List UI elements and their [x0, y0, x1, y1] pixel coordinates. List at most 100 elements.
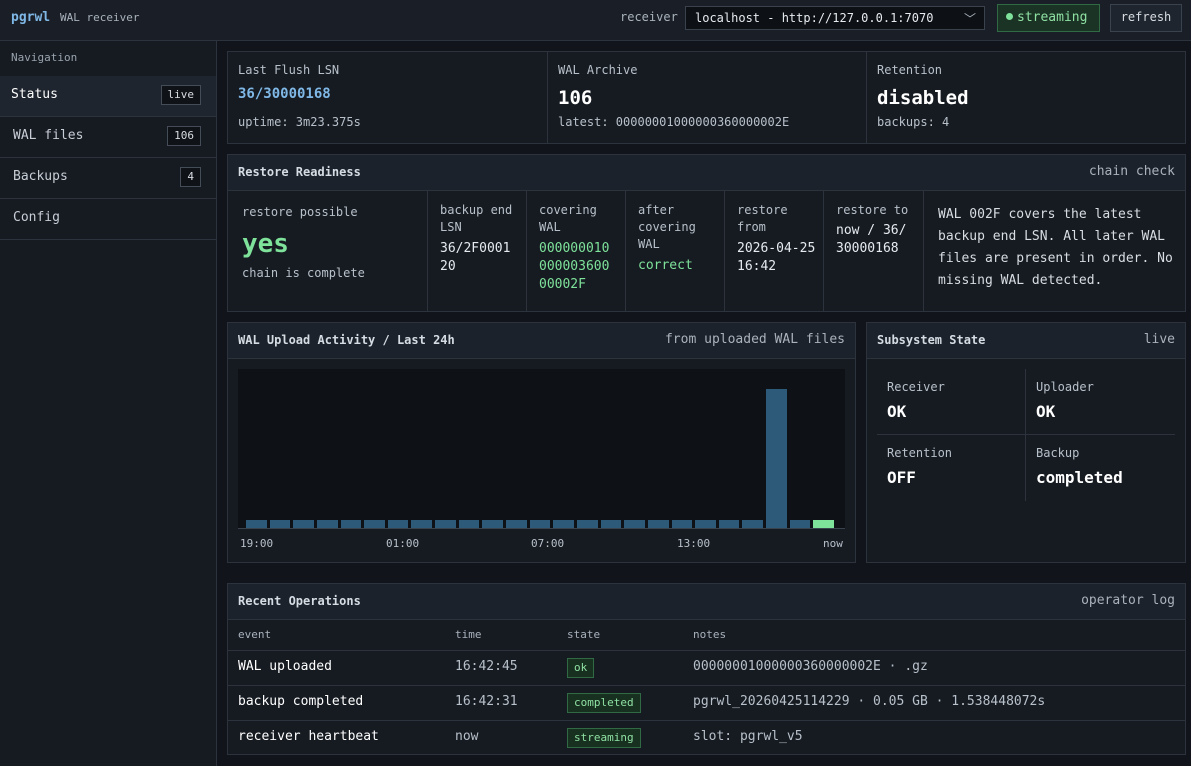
restore-col-covering-wal: covering WAL 00000001000000360000002F [527, 191, 626, 311]
nav-title: Navigation [11, 51, 78, 64]
sidebar-item-backups[interactable]: Backups 4 [0, 158, 216, 199]
sidebar-item-label: Backups [13, 169, 68, 184]
cell-event: backup completed [238, 694, 364, 709]
sidebar-item-status[interactable]: Status live [0, 76, 216, 117]
chart-tick-label: now [823, 537, 843, 550]
table-header: event time state notes [228, 620, 1185, 651]
panel-header: Subsystem State live [867, 323, 1185, 359]
stats-panel: Last Flush LSN 36/30000168 uptime: 3m23.… [227, 51, 1186, 144]
cell-time: 16:42:45 [455, 659, 518, 674]
stat-label: WAL Archive [558, 63, 638, 77]
sidebar-item-wal-files[interactable]: WAL files 106 [0, 117, 216, 158]
restore-col-restore-from: restore from 2026-04-25 16:42 [725, 191, 824, 311]
panel-header: Restore Readiness chain check [228, 155, 1185, 191]
column-header-notes: notes [693, 628, 727, 641]
sidebar-item-label: Config [13, 210, 60, 225]
cell-event: WAL uploaded [238, 659, 332, 674]
sidebar-item-config[interactable]: Config [0, 199, 216, 240]
panel-title: WAL Upload Activity / Last 24h [238, 333, 455, 347]
restore-note-cell: WAL 002F covers the latest backup end LS… [924, 191, 1185, 311]
restore-col-value: now / 36/30000168 [836, 223, 907, 256]
state-badge: streaming [567, 728, 641, 748]
restore-col-value: correct [638, 258, 693, 273]
panel-aside: live [1143, 332, 1175, 347]
sidebar-item-badge: 4 [180, 167, 201, 187]
stat-value: 106 [558, 87, 593, 109]
panel-title: Recent Operations [238, 594, 361, 608]
chart-tick-label: 19:00 [240, 537, 274, 550]
panel-header: Recent Operations operator log [228, 584, 1185, 620]
chevron-down-icon: ﹀ [963, 12, 976, 26]
stat-label: Last Flush LSN [238, 63, 340, 77]
status-text: streaming [1017, 10, 1088, 25]
panel-aside: chain check [1088, 164, 1175, 179]
stat-sub: uptime: 3m23.375s [238, 115, 361, 129]
state-badge: completed [567, 693, 641, 713]
subsystem-backup: Backup completed [1026, 435, 1175, 501]
column-header-event: event [238, 628, 272, 641]
refresh-button[interactable]: refresh [1110, 4, 1182, 32]
panel-title: Restore Readiness [238, 165, 361, 179]
stat-card-wal-archive: WAL Archive 106 latest: 0000000100000036… [547, 52, 866, 143]
cell-time: 16:42:31 [455, 694, 518, 709]
sidebar-item-label: WAL files [13, 128, 84, 143]
receiver-label: receiver [620, 10, 678, 24]
restore-note: WAL 002F covers the latest backup end LS… [938, 207, 1173, 288]
subsystem-uploader: Uploader OK [1026, 369, 1175, 435]
recent-operations-panel: Recent Operations operator log event tim… [227, 583, 1186, 755]
subsystem-retention: Retention OFF [877, 435, 1026, 501]
restore-col-label: backup end LSN [440, 203, 513, 234]
restore-col-label: restore from [737, 203, 788, 234]
chart-tick-label: 01:00 [386, 537, 420, 550]
app-name: pgrwl [11, 10, 51, 25]
column-header-time: time [455, 628, 482, 641]
status-dot-icon [1006, 13, 1013, 20]
subsystem-value: OK [887, 402, 907, 421]
restore-readiness-panel: Restore Readiness chain check restore po… [227, 154, 1186, 312]
sidebar-item-badge: live [160, 85, 201, 105]
cell-notes: slot: pgrwl_v5 [693, 729, 803, 744]
sidebar-item-label: Status [11, 87, 58, 102]
cell-notes: pgrwl_20260425114229 · 0.05 GB · 1.53844… [693, 694, 1046, 709]
app-subtitle: WAL receiver [60, 11, 140, 24]
restore-col-restore-to: restore to now / 36/30000168 [824, 191, 924, 311]
subsystem-label: Uploader [1036, 380, 1094, 394]
restore-col-label: covering WAL [539, 203, 597, 234]
subsystem-receiver: Receiver OK [877, 369, 1026, 435]
cell-event: receiver heartbeat [238, 729, 379, 744]
top-bar: pgrwl WAL receiver receiver localhost - … [0, 0, 1191, 41]
subsystem-value: OFF [887, 468, 916, 487]
restore-col-backup-end: backup end LSN 36/2F000120 [428, 191, 527, 311]
restore-col-label: restore to [836, 203, 909, 217]
subsystem-value: completed [1036, 468, 1123, 487]
cell-time: now [455, 729, 479, 744]
restore-col-value: 2026-04-25 16:42 [737, 241, 816, 274]
column-header-state: state [567, 628, 601, 641]
subsystem-label: Backup [1036, 446, 1080, 460]
panel-aside: operator log [1081, 593, 1175, 608]
stat-sub: latest: 00000001000000360000002E [558, 115, 790, 129]
sidebar-item-badge: 106 [167, 126, 201, 146]
chart-x-axis [238, 528, 845, 529]
stat-card-flush-lsn: Last Flush LSN 36/30000168 uptime: 3m23.… [228, 52, 547, 143]
restore-col-value: 36/2F000120 [440, 241, 511, 274]
panel-aside: from uploaded WAL files [664, 332, 845, 347]
stat-value: disabled [877, 87, 969, 109]
table-row: WAL uploaded 16:42:45 ok 000000010000003… [228, 651, 1185, 686]
chart-plot-area [238, 369, 845, 529]
restore-possible-cell: restore possible yes chain is complete [228, 191, 428, 311]
chart-tick-label: 13:00 [677, 537, 711, 550]
restore-col-after-covering: after covering WAL correct [626, 191, 725, 311]
restore-possible-value: yes [242, 229, 289, 259]
table-row: backup completed 16:42:31 completed pgrw… [228, 686, 1185, 721]
panel-title: Subsystem State [877, 333, 986, 347]
subsystem-label: Receiver [887, 380, 945, 394]
restore-possible-label: restore possible [242, 205, 358, 219]
receiver-select[interactable]: localhost - http://127.0.0.1:7070 ﹀ [685, 6, 985, 30]
receiver-selected-value: localhost - http://127.0.0.1:7070 [695, 11, 934, 25]
stat-card-retention: Retention disabled backups: 4 [866, 52, 1185, 143]
subsystem-label: Retention [887, 446, 953, 460]
chart-tick-label: 07:00 [531, 537, 565, 550]
restore-possible-sub: chain is complete [242, 266, 365, 280]
stat-label: Retention [877, 63, 943, 77]
